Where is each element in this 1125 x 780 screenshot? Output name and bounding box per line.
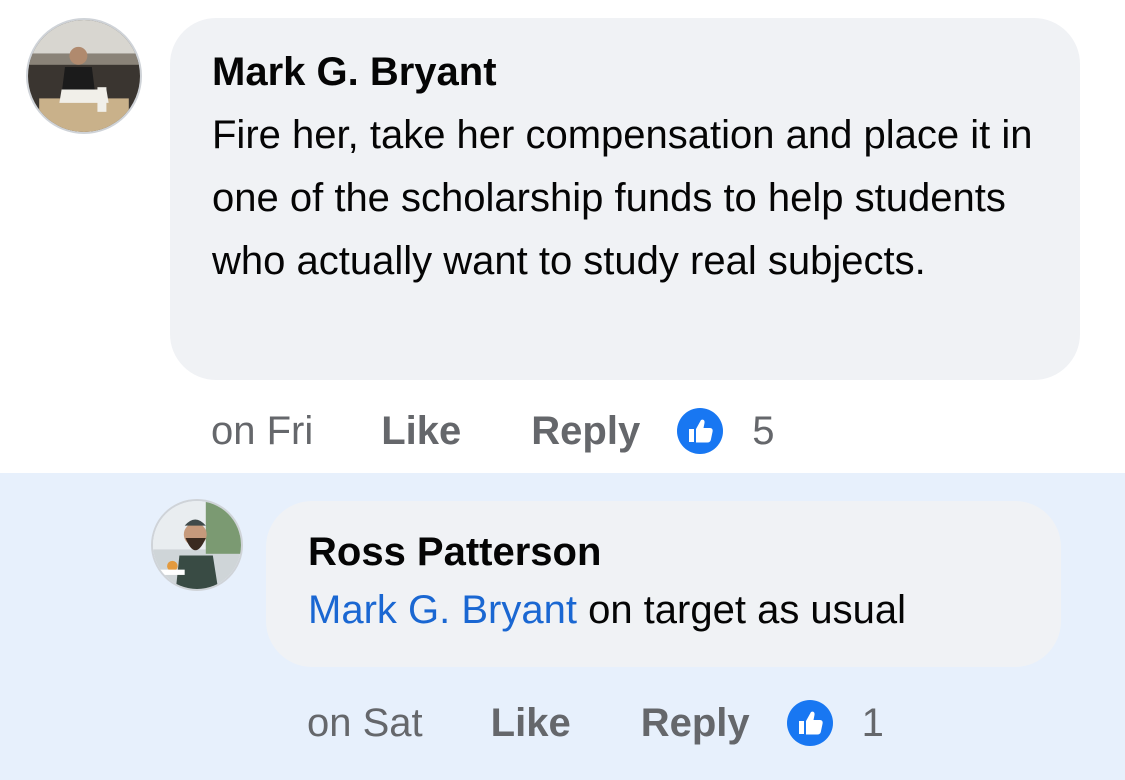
reaction-count[interactable]: 1 [862,701,884,746]
thumbs-up-icon[interactable] [676,407,724,455]
avatar[interactable] [26,18,142,134]
like-button[interactable]: Like [491,701,571,746]
avatar-photo [153,501,241,589]
mention-link[interactable]: Mark G. Bryant [308,588,577,632]
reaction-count[interactable]: 5 [752,409,774,454]
reply-actions: on Sat Like Reply 1 [307,695,884,751]
reply-button[interactable]: Reply [531,409,640,454]
reply-text-body: on target as usual [576,588,907,632]
reply-comment: Ross Patterson Mark G. Bryant on target … [0,473,1125,780]
comment-author[interactable]: Mark G. Bryant [212,48,1038,96]
comment-text: Fire her, take her compensation and plac… [212,113,1033,283]
reply-button[interactable]: Reply [641,701,750,746]
reply-author[interactable]: Ross Patterson [308,528,1019,576]
reply-timestamp[interactable]: on Sat [307,701,423,746]
thumbs-up-icon[interactable] [786,699,834,747]
avatar[interactable] [151,499,243,591]
comment-actions: on Fri Like Reply 5 [211,403,774,459]
comment-bubble: Mark G. Bryant Fire her, take her compen… [170,18,1080,380]
comment-timestamp[interactable]: on Fri [211,409,313,454]
reply-bubble: Ross Patterson Mark G. Bryant on target … [266,501,1061,667]
reply-text: Mark G. Bryant on target as usual [308,582,1019,638]
comment: Mark G. Bryant Fire her, take her compen… [0,0,1125,473]
like-button[interactable]: Like [381,409,461,454]
avatar-photo [28,20,140,132]
